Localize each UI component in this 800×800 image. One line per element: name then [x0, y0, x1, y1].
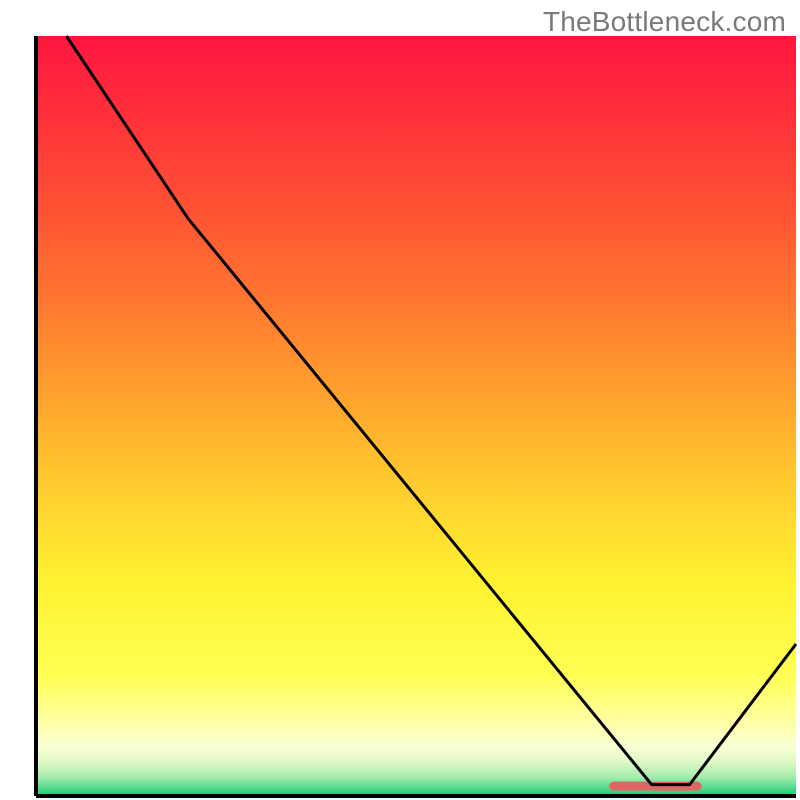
- plot-background: [36, 36, 796, 796]
- chart-svg: [0, 0, 800, 800]
- bottleneck-chart: TheBottleneck.com: [0, 0, 800, 800]
